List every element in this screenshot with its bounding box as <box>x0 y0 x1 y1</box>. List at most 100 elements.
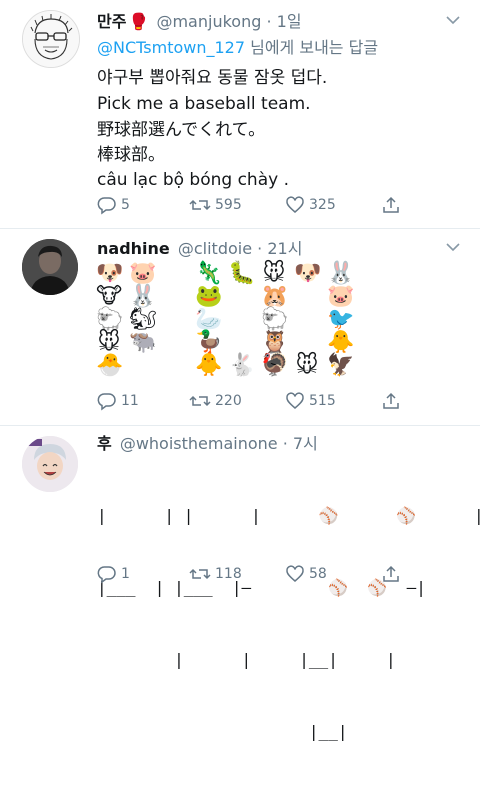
like-button[interactable]: 325 <box>285 195 336 215</box>
animal-emoji: 🐰 <box>327 261 355 286</box>
tweet-3[interactable]: 후 @whoisthemainone · 7시 | | | | ⚾ ⚾ | |_… <box>0 426 480 741</box>
reply-mention-link[interactable]: @NCTsmtown_127 <box>97 38 245 57</box>
animal-emoji: 🐷 <box>327 284 355 309</box>
person-photo-icon <box>22 436 78 492</box>
animal-emoji: 🐹 <box>261 284 289 309</box>
share-icon <box>383 392 399 409</box>
animal-emoji: 🐑 <box>261 307 289 332</box>
like-count: 58 <box>309 566 327 582</box>
tweet-actions: 11 220 515 <box>97 391 417 415</box>
tweet-text-line: 야구부 뽑아줘요 동물 잠옷 덥다. <box>97 68 328 88</box>
animal-emoji: 🐇 <box>228 353 256 378</box>
user-handle[interactable]: @whoisthemainone <box>120 434 278 453</box>
avatar[interactable] <box>22 10 80 68</box>
retweet-icon <box>189 395 211 407</box>
tweet-header: 후 @whoisthemainone · 7시 <box>97 434 318 453</box>
animal-emoji: 🐭 <box>97 330 121 355</box>
animal-emoji: 🐭 <box>295 353 319 378</box>
display-name[interactable]: 만주 <box>97 12 126 31</box>
animal-emoji: 🐣 <box>96 353 124 378</box>
tweet-2[interactable]: nadhine @clitdoie · 21시 🐶 🐷 🦎 🐛 🐭 🐶 🐰 🐮 🐰 🐸 🐹 🐷 🐑 🐿 🦢 🐑… <box>0 229 480 425</box>
speech-bubble-icon <box>97 566 116 584</box>
avatar[interactable] <box>22 436 78 492</box>
tweet-text-line: Pick me a baseball team. <box>97 94 311 114</box>
animal-emoji: 🦉 <box>261 330 289 355</box>
retweet-button[interactable]: 118 <box>189 564 242 584</box>
speech-bubble-icon <box>97 197 116 215</box>
tweet-text-line: 棒球部。 <box>97 145 165 165</box>
animal-emoji: 🐑 <box>96 307 124 332</box>
avatar[interactable] <box>22 239 78 295</box>
tweet-1[interactable]: 만주 🥊 @manjukong · 1일 @NCTsmtown_127 님에게 보… <box>0 0 480 228</box>
heart-icon <box>286 392 304 409</box>
tweet-header: 만주 🥊 @manjukong · 1일 <box>97 12 302 31</box>
boxing-glove-emoji: 🥊 <box>128 12 149 31</box>
timestamp[interactable]: 1일 <box>277 12 302 31</box>
user-handle[interactable]: @manjukong <box>156 12 261 31</box>
reply-button[interactable]: 1 <box>97 564 130 584</box>
tweet-actions: 5 595 325 <box>97 195 417 219</box>
share-button[interactable] <box>381 564 401 584</box>
tweet-actions: 1 118 58 <box>97 564 417 588</box>
animal-emoji: 🐮 <box>96 284 123 309</box>
heart-icon <box>286 196 304 213</box>
animal-emoji: 🦎 <box>195 261 223 286</box>
animal-emoji: 🐥 <box>327 330 355 355</box>
animal-emoji: 🐥 <box>195 353 223 378</box>
retweet-count: 118 <box>215 566 242 582</box>
ascii-art: | | | | ⚾ ⚾ | |___ | |___ |— ⚾ ⚾ —| | | … <box>97 456 480 741</box>
share-icon <box>383 196 399 213</box>
like-button[interactable]: 58 <box>285 564 327 584</box>
reply-button[interactable]: 5 <box>97 195 130 215</box>
animal-emoji: 🐶 <box>96 261 124 286</box>
animal-emoji: 🦢 <box>195 307 223 332</box>
user-handle[interactable]: @clitdoie <box>178 239 252 258</box>
ascii-line: |__| <box>97 722 348 741</box>
retweet-button[interactable]: 220 <box>189 391 242 411</box>
heart-icon <box>286 565 304 582</box>
person-photo-icon <box>22 239 78 295</box>
reply-count: 1 <box>121 566 130 582</box>
retweet-icon <box>189 199 211 211</box>
animal-emoji: 🦆 <box>195 330 223 355</box>
share-button[interactable] <box>381 391 401 411</box>
animal-emoji: 🐷 <box>129 261 157 286</box>
animal-emoji: 🐛 <box>228 261 256 286</box>
animal-emoji: 🐭 <box>262 261 286 286</box>
like-count: 325 <box>309 197 336 213</box>
chevron-down-icon[interactable] <box>446 241 460 256</box>
emoji-art: 🐶 🐷 🦎 🐛 🐭 🐶 🐰 🐮 🐰 🐸 🐹 🐷 🐑 🐿 🦢 🐑 🐦 🐭 🐃 🦆 🦉 🐥 🐣 🐥 🐇 🦃 🐭 🦅 <box>96 263 366 383</box>
like-count: 515 <box>309 393 336 409</box>
display-name[interactable]: 후 <box>97 434 112 453</box>
tweet-text-line: câu lạc bộ bóng chày . <box>97 170 289 190</box>
sketch-avatar-icon <box>23 11 79 67</box>
reply-button[interactable]: 11 <box>97 391 139 411</box>
animal-emoji: 🐃 <box>129 330 157 355</box>
tweet-header: nadhine @clitdoie · 21시 <box>97 239 303 258</box>
share-button[interactable] <box>381 195 401 215</box>
chevron-down-icon[interactable] <box>446 14 460 29</box>
reply-count: 11 <box>121 393 139 409</box>
ascii-line: | | | | ⚾ ⚾ | <box>97 506 480 525</box>
display-name[interactable]: nadhine <box>97 239 170 258</box>
retweet-icon <box>189 568 211 580</box>
animal-emoji: 🐦 <box>327 307 355 332</box>
animal-emoji: 🐸 <box>195 284 223 309</box>
retweet-button[interactable]: 595 <box>189 195 242 215</box>
animal-emoji: 🦅 <box>327 353 355 378</box>
timestamp[interactable]: 7시 <box>293 434 318 453</box>
timestamp[interactable]: 21시 <box>267 239 302 258</box>
retweet-count: 595 <box>215 197 242 213</box>
like-button[interactable]: 515 <box>285 391 336 411</box>
animal-emoji: 🐰 <box>129 284 157 309</box>
retweet-count: 220 <box>215 393 242 409</box>
ascii-line: | | |__| | <box>97 650 396 669</box>
reply-count: 5 <box>121 197 130 213</box>
tweet-text-line: 野球部選んでくれて。 <box>97 120 266 140</box>
share-icon <box>383 565 399 582</box>
animal-emoji: 🐿 <box>129 307 157 332</box>
reply-context-text: 님에게 보내는 답글 <box>245 38 379 57</box>
speech-bubble-icon <box>97 393 116 411</box>
animal-emoji: 🦃 <box>261 353 289 378</box>
animal-emoji: 🐶 <box>294 261 322 286</box>
